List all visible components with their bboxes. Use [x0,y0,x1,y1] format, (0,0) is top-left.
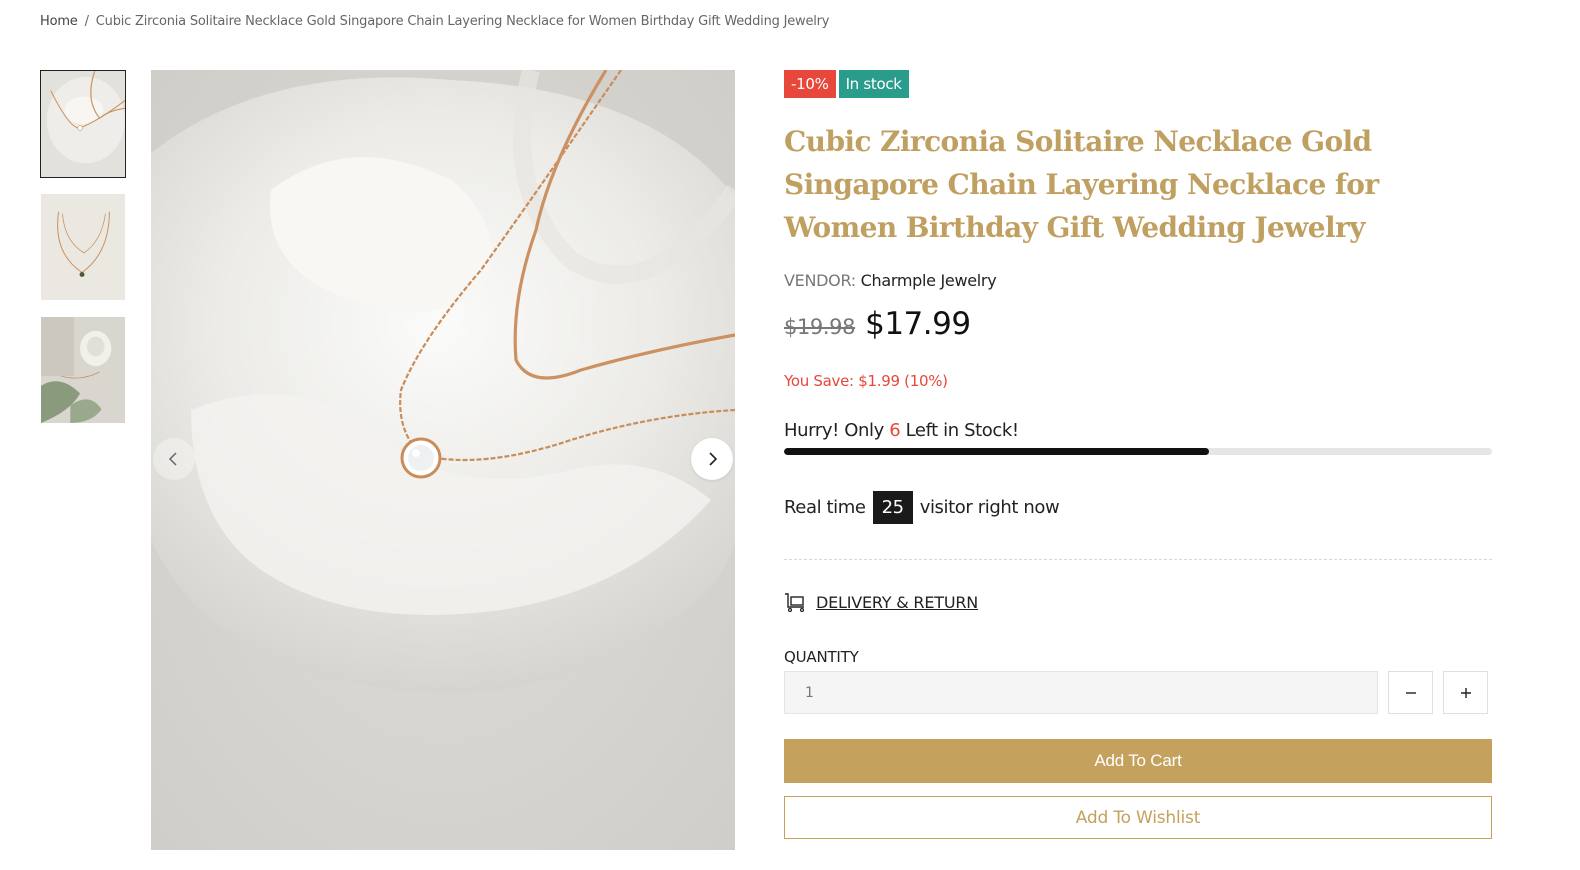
gallery-next-button[interactable] [691,438,733,480]
stock-count: 6 [889,420,901,441]
quantity-increase-button[interactable] [1443,671,1488,714]
plus-icon [1460,687,1471,698]
you-save-text: You Save: $1.99 (10%) [784,372,948,390]
thumbnail-3[interactable] [40,316,126,424]
visitors-suffix: visitor right now [919,497,1060,518]
stock-badge: In stock [838,70,909,98]
product-page: Home / Cubic Zirconia Solitaire Necklace G… [0,0,1580,870]
visitor-count: 25 [872,491,913,524]
minus-icon [1405,691,1416,694]
stock-progress-bar [784,448,1492,455]
delivery-cart-icon [785,593,805,612]
sale-badge: -10% [784,70,836,98]
chevron-right-icon [709,452,718,466]
product-title: Cubic Zirconia Solitaire Necklace Gold S… [784,125,1379,244]
breadcrumb-home-link[interactable]: Home [40,14,78,29]
vendor-name-link[interactable]: Charmple Jewelry [861,271,997,290]
breadcrumb-separator: / [84,14,89,29]
visitors-prefix: Real time [784,497,866,518]
thumbnail-1[interactable] [40,70,126,178]
vendor-label: VENDOR: [784,271,856,290]
delivery-return-row: DELIVERY & RETURN [784,592,1492,612]
breadcrumb-current: Cubic Zirconia Solitaire Necklace Gold S… [95,14,830,29]
quantity-decrease-button[interactable] [1388,671,1433,714]
quantity-label: QUANTITY [784,648,859,666]
product-info: -10% In stock Cubic Zirconia Solitaire N… [784,70,1492,839]
stock-urgency-text: Hurry! Only 6 Left in Stock! [784,420,1492,441]
thumbnail-image [41,71,125,177]
delivery-return-link[interactable]: DELIVERY & RETURN [816,593,978,612]
stock-suffix: Left in Stock! [905,420,1020,441]
current-price: $17.99 [865,306,971,342]
realtime-visitors: Real time 25 visitor right now [784,491,1492,524]
quantity-row [784,671,1492,714]
add-to-cart-button[interactable]: Add To Cart [784,739,1492,783]
chevron-left-icon [168,452,177,466]
main-product-image[interactable] [151,70,735,850]
breadcrumb: Home / Cubic Zirconia Solitaire Necklace G… [40,14,830,29]
thumbnail-list [40,70,126,439]
thumbnail-image [41,317,125,423]
compare-at-price: $19.98 [784,315,856,339]
stock-progress-fill [784,448,1209,455]
badge-row: -10% In stock [784,70,1492,98]
add-to-wishlist-button[interactable]: Add To Wishlist [784,796,1492,839]
price-row: $19.98 $17.99 [784,306,1492,342]
quantity-input[interactable] [784,671,1378,714]
vendor-row: VENDOR: Charmple Jewelry [784,271,1492,290]
necklace-photo [151,70,735,850]
stock-prefix: Hurry! Only [784,420,884,441]
thumbnail-image [41,194,125,300]
divider [784,559,1492,560]
thumbnail-2[interactable] [40,193,126,301]
gallery-prev-button[interactable] [153,438,195,480]
